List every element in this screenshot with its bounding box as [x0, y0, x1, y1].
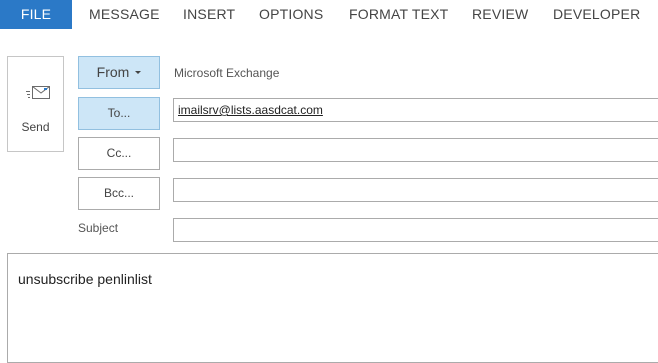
from-button[interactable]: From: [78, 56, 160, 89]
tab-developer[interactable]: DEVELOPER: [553, 0, 640, 29]
ribbon-tab-bar: FILE MESSAGE INSERT OPTIONS FORMAT TEXT …: [0, 0, 658, 29]
cc-field[interactable]: [173, 138, 658, 162]
tab-options[interactable]: OPTIONS: [259, 0, 323, 29]
message-body[interactable]: unsubscribe penlinlist: [7, 253, 658, 363]
to-button[interactable]: To...: [78, 97, 160, 130]
tab-review[interactable]: REVIEW: [472, 0, 528, 29]
send-envelope-icon: [26, 86, 50, 99]
tab-file[interactable]: FILE: [0, 0, 72, 29]
from-label: From: [96, 64, 130, 80]
tab-insert[interactable]: INSERT: [183, 0, 235, 29]
bcc-field[interactable]: [173, 178, 658, 202]
from-account: Microsoft Exchange: [174, 66, 280, 80]
subject-label: Subject: [78, 221, 119, 235]
subject-field[interactable]: [173, 218, 658, 242]
cc-button[interactable]: Cc...: [78, 137, 160, 170]
tab-format-text[interactable]: FORMAT TEXT: [349, 0, 448, 29]
bcc-button[interactable]: Bcc...: [78, 177, 160, 210]
tab-message[interactable]: MESSAGE: [89, 0, 160, 29]
message-body-text: unsubscribe penlinlist: [18, 271, 152, 287]
recipient-address[interactable]: imailsrv@lists.aasdcat.com: [178, 103, 323, 117]
send-button[interactable]: Send: [7, 56, 64, 152]
to-field[interactable]: imailsrv@lists.aasdcat.com: [173, 98, 658, 122]
send-label: Send: [21, 120, 50, 134]
chevron-down-icon: [135, 70, 142, 74]
